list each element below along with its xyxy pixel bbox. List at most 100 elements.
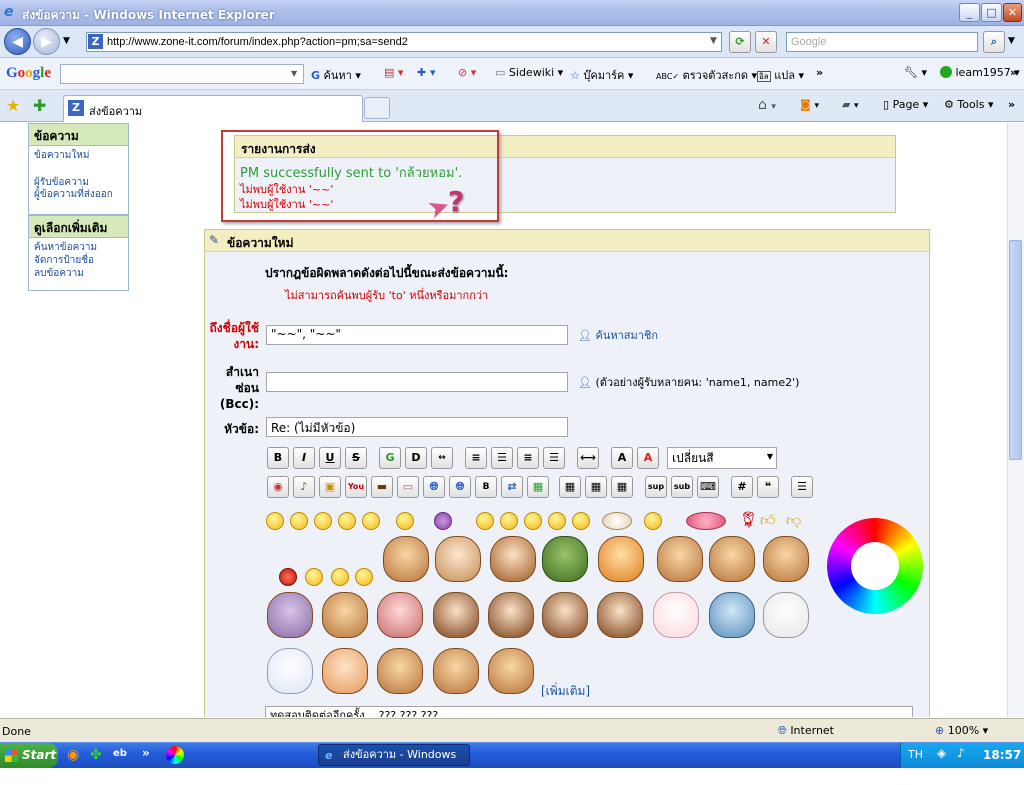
tab-send-message[interactable]: Z ส่งข้อความ xyxy=(63,95,363,122)
video-button[interactable]: ▬ xyxy=(371,476,393,498)
bookmarks-button[interactable]: ☆ บุ๊คมาร์ค ▾ xyxy=(570,66,633,84)
refresh-icon[interactable]: ⟳ xyxy=(729,31,751,53)
user-account-button[interactable]: leam1957 ▾ xyxy=(940,66,1020,79)
rose-icon[interactable]: 🌹︎ xyxy=(738,510,758,529)
sound-button[interactable]: ♪ xyxy=(293,476,315,498)
girl-emoticon-icon[interactable] xyxy=(490,536,536,582)
media-button[interactable]: ▭ xyxy=(397,476,419,498)
align-center-button[interactable]: ≡ xyxy=(517,447,539,469)
find-member-link[interactable]: 👤︎ ค้นหาสมาชิก xyxy=(578,326,658,344)
close-button[interactable]: ✕ xyxy=(1003,3,1022,22)
message-body-textarea[interactable]: ทดสอบติดต่ออีกครั้ง....??? ??? ??? xyxy=(265,706,913,717)
quicklaunch-more-icon[interactable]: » xyxy=(142,746,150,760)
table-button[interactable]: ▦ xyxy=(559,476,581,498)
language-indicator[interactable]: TH xyxy=(908,748,923,761)
underline-button[interactable]: U xyxy=(319,447,341,469)
monkey-emoticon-icon[interactable] xyxy=(383,536,429,582)
code-button[interactable]: # xyxy=(731,476,753,498)
scared-smiley-icon[interactable] xyxy=(305,568,323,586)
smiley-icon[interactable] xyxy=(266,512,284,530)
italic-button[interactable]: I xyxy=(293,447,315,469)
quote-button[interactable]: ❝ xyxy=(757,476,779,498)
bcc-input[interactable] xyxy=(266,372,568,392)
popup-blocker-icon[interactable]: ⊘ ▾ xyxy=(458,66,476,79)
shy-monkey-emoticon-icon[interactable] xyxy=(709,536,755,582)
ghost-monkey-emoticon-icon[interactable] xyxy=(267,592,313,638)
clock[interactable]: 18:57 xyxy=(983,748,1021,762)
home-icon[interactable]: ⌂ ▾ xyxy=(758,97,776,113)
image-button[interactable]: ▣ xyxy=(319,476,341,498)
cheer-smiley-icon[interactable] xyxy=(331,568,349,586)
member-search-icon[interactable]: 👤︎ xyxy=(578,376,592,389)
couple-smiley-icon[interactable] xyxy=(686,512,726,530)
sidebar-link-search-messages[interactable]: ค้นหาข้อความ xyxy=(34,242,97,254)
back-button[interactable]: ◀ xyxy=(4,28,31,55)
strike-button[interactable]: S xyxy=(345,447,367,469)
history-dropdown-icon[interactable]: ▼ xyxy=(63,36,70,46)
sparkle-smiley-icon[interactable] xyxy=(434,512,452,530)
google-search-dropdown-icon[interactable]: ▼ xyxy=(291,69,297,78)
table-row-button[interactable]: ▦ xyxy=(585,476,607,498)
color-wheel[interactable] xyxy=(827,518,923,614)
move-button[interactable]: ↔ xyxy=(431,447,453,469)
address-dropdown-icon[interactable]: ▼ xyxy=(710,36,717,46)
new-tab-button[interactable] xyxy=(364,97,390,119)
sleepy-monkey-emoticon-icon[interactable] xyxy=(433,648,479,694)
girl-angry-emoticon-icon[interactable] xyxy=(488,592,534,638)
toolbar-more-button[interactable]: » xyxy=(816,66,823,79)
swap-button[interactable]: ⇄ xyxy=(501,476,523,498)
app-quicklaunch-icon[interactable]: ✤ xyxy=(90,747,102,763)
sidebar-link-new-message[interactable]: ข้อความใหม่ xyxy=(34,150,89,162)
cool-smiley-icon[interactable] xyxy=(500,512,518,530)
search-input[interactable]: Google xyxy=(786,32,978,52)
helmet-emoticon-icon[interactable] xyxy=(542,536,588,582)
google-search-input[interactable] xyxy=(60,64,304,84)
crying-emoticon-icon[interactable] xyxy=(435,536,481,582)
subject-input[interactable]: Re: (ไม่มีหัวข้อ) xyxy=(266,417,568,437)
girl-laugh-emoticon-icon[interactable] xyxy=(597,592,643,638)
love-smiley-icon[interactable] xyxy=(476,512,494,530)
cheesy-smiley-icon[interactable] xyxy=(314,512,332,530)
google-search-button[interactable]: G ค้นหา ▾ xyxy=(311,66,361,84)
align-right-button[interactable]: ☰ xyxy=(543,447,565,469)
fire-smiley-icon[interactable] xyxy=(279,568,297,586)
link-button[interactable]: 🌐︎ xyxy=(423,476,445,498)
ebay-quicklaunch-icon[interactable]: eb xyxy=(113,748,127,759)
tools-menu[interactable]: ⚙ Tools ▾ xyxy=(944,98,994,111)
font-color-button[interactable]: A xyxy=(637,447,659,469)
bold-button[interactable]: B xyxy=(267,447,289,469)
add-favorites-icon[interactable]: ✚ xyxy=(33,96,46,115)
maximize-button[interactable]: □ xyxy=(981,3,1002,22)
teletype-button[interactable]: ⌨ xyxy=(697,476,719,498)
print-icon[interactable]: ▰ ▾ xyxy=(842,98,859,111)
subscript-button[interactable]: sub xyxy=(671,476,693,498)
news-icon[interactable]: ▤ ▾ xyxy=(384,66,403,79)
dizzy-monkey-emoticon-icon[interactable] xyxy=(657,536,703,582)
sweat-smiley-icon[interactable] xyxy=(362,512,380,530)
page-menu[interactable]: ▯ Page ▾ xyxy=(883,98,928,111)
table-col-button[interactable]: ▦ xyxy=(611,476,633,498)
minimize-button[interactable]: _ xyxy=(959,3,980,22)
tongue-smiley-icon[interactable] xyxy=(548,512,566,530)
zone-indicator[interactable]: 🌐︎ Internet xyxy=(778,724,834,738)
glow-button[interactable]: G xyxy=(379,447,401,469)
address-input[interactable]: http://www.zone-it.com/forum/index.php?a… xyxy=(86,32,722,52)
favorites-star-icon[interactable]: ★ xyxy=(6,96,20,115)
scrollbar-thumb[interactable] xyxy=(1009,240,1022,460)
no-emoticon-icon[interactable] xyxy=(322,648,368,694)
forward-button[interactable]: ▶ xyxy=(33,28,60,55)
add-button-icon[interactable]: ✚ ▾ xyxy=(417,66,436,79)
zoom-control[interactable]: ⊕ 100% ▾ xyxy=(935,724,988,737)
waving-monkey-emoticon-icon[interactable] xyxy=(322,592,368,638)
color-app-icon[interactable] xyxy=(166,746,184,764)
heart-eyes-emoticon-icon[interactable] xyxy=(377,592,423,638)
email-button[interactable]: 🌐︎ xyxy=(449,476,471,498)
shocked-smiley-icon[interactable] xyxy=(338,512,356,530)
tray-volume-icon[interactable]: ♪ xyxy=(957,746,965,760)
command-chevron-icon[interactable]: » xyxy=(1008,98,1015,111)
angry-smiley-icon[interactable] xyxy=(572,512,590,530)
thumbs-down-icon[interactable]: 👎︎ xyxy=(786,511,801,530)
search-options-icon[interactable]: ▼ xyxy=(1008,36,1015,46)
wrench-icon[interactable]: 🔧︎ ▾ xyxy=(904,66,927,79)
firefox-quicklaunch-icon[interactable]: ◉ xyxy=(67,747,79,763)
